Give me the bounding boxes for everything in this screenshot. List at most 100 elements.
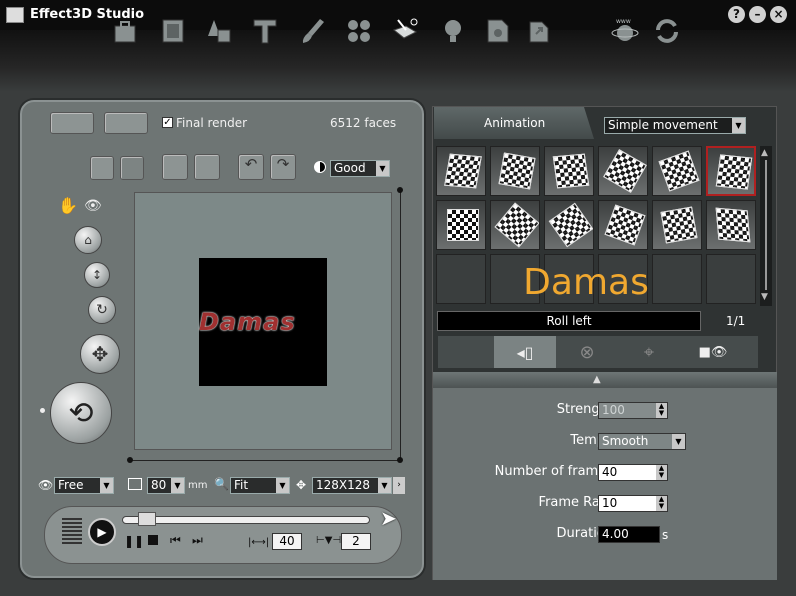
preset-thumbnail[interactable] bbox=[436, 200, 486, 250]
export-icon[interactable] bbox=[522, 14, 556, 48]
chevron-down-icon: ▼ bbox=[732, 118, 745, 133]
animation-name-field[interactable]: Roll left bbox=[437, 311, 701, 331]
app-logo-icon bbox=[6, 7, 24, 23]
preset-thumbnail[interactable] bbox=[652, 146, 702, 196]
preset-thumbnail[interactable] bbox=[544, 200, 594, 250]
frame-icon[interactable] bbox=[156, 14, 190, 48]
spinner-icon[interactable]: ▲ ▼ bbox=[656, 403, 667, 418]
animation-type-select[interactable]: Simple movement ▼ bbox=[604, 117, 746, 134]
spinner-icon[interactable]: ▲ ▼ bbox=[656, 465, 667, 480]
resize-icon: ✥ bbox=[296, 478, 307, 492]
crop-button[interactable] bbox=[90, 156, 114, 180]
quality-select[interactable]: Good ▼ bbox=[330, 160, 390, 177]
preset-thumbnail[interactable] bbox=[544, 146, 594, 196]
cancel-icon: ⊗ bbox=[579, 341, 595, 363]
guide-handle[interactable] bbox=[397, 457, 403, 463]
play-button[interactable]: ▶ bbox=[88, 518, 116, 546]
guide-handle[interactable] bbox=[127, 457, 133, 463]
axis-button[interactable] bbox=[120, 156, 144, 180]
pan-button[interactable]: ✥ bbox=[80, 334, 120, 374]
web-icon[interactable]: www bbox=[608, 14, 642, 48]
frames-length-icon: |⟷| bbox=[248, 537, 270, 548]
spinner-icon[interactable]: ▲ ▼ bbox=[656, 496, 667, 511]
chevron-down-icon: ▼ bbox=[171, 478, 184, 493]
help-button[interactable]: ? bbox=[728, 6, 745, 23]
previous-frame-button[interactable]: ⏮ bbox=[170, 533, 181, 548]
preset-thumbnail[interactable] bbox=[490, 200, 540, 250]
eye-icon[interactable]: 👁 bbox=[84, 198, 102, 214]
preset-scrollbar[interactable]: ▲ ▼ bbox=[760, 146, 772, 306]
final-render-checkbox[interactable]: ✓ bbox=[162, 117, 173, 128]
guide-handle[interactable] bbox=[397, 187, 403, 193]
new-render-button[interactable] bbox=[50, 112, 94, 134]
preset-thumbnail[interactable] bbox=[436, 146, 486, 196]
close-button[interactable]: × bbox=[770, 6, 787, 23]
focal-select[interactable]: 80 ▼ bbox=[147, 477, 185, 494]
refresh-icon[interactable] bbox=[650, 14, 684, 48]
stop-button[interactable] bbox=[148, 535, 158, 545]
frame-rate-field[interactable]: 10 ▲ ▼ bbox=[598, 495, 668, 512]
size-apply-button[interactable]: › bbox=[393, 477, 405, 494]
redo-button[interactable]: ↷ bbox=[270, 154, 296, 180]
preset-thumbnail[interactable] bbox=[652, 200, 702, 250]
scroll-down-icon[interactable]: ▼ bbox=[761, 292, 768, 302]
target-button[interactable]: ⌖ bbox=[618, 336, 680, 368]
timeline-slider[interactable] bbox=[122, 516, 370, 524]
redo-icon: ↷ bbox=[276, 155, 290, 173]
frames-count-value: 40 bbox=[602, 465, 618, 479]
camera-icon bbox=[128, 478, 142, 490]
film-icon bbox=[62, 518, 82, 546]
preset-thumbnail[interactable] bbox=[598, 146, 648, 196]
view-eye-icon: 👁 bbox=[38, 478, 54, 492]
quality-value: Good bbox=[334, 161, 366, 175]
scroll-up-icon[interactable]: ▲ bbox=[761, 148, 768, 158]
focal-unit: mm bbox=[188, 480, 208, 491]
shapes-icon[interactable] bbox=[202, 14, 236, 48]
project-icon[interactable] bbox=[108, 14, 142, 48]
size-select[interactable]: 128X128 ▼ bbox=[312, 477, 392, 494]
tempo-select[interactable]: Smooth ▼ bbox=[598, 433, 686, 450]
preset-thumbnail[interactable] bbox=[706, 200, 756, 250]
preview-text: Damas bbox=[199, 308, 296, 336]
rotate-button[interactable]: ↻ bbox=[88, 296, 116, 324]
copy-button[interactable] bbox=[162, 154, 188, 180]
paint-icon[interactable] bbox=[296, 14, 330, 48]
preset-thumbnail[interactable] bbox=[490, 146, 540, 196]
preset-thumbnail[interactable] bbox=[598, 200, 648, 250]
paste-button[interactable] bbox=[194, 154, 220, 180]
zoom-select[interactable]: Fit ▼ bbox=[230, 477, 290, 494]
light-icon[interactable] bbox=[436, 14, 470, 48]
preset-thumbnail-selected[interactable] bbox=[706, 146, 756, 196]
delete-animation-button[interactable]: ⊗ bbox=[556, 336, 618, 368]
undo-button[interactable]: ↶ bbox=[238, 154, 264, 180]
timeline-thumb[interactable] bbox=[138, 512, 156, 526]
active-indicator bbox=[40, 408, 45, 413]
home-view-button[interactable]: ⌂ bbox=[74, 226, 102, 254]
pause-button[interactable]: ❚❚ bbox=[124, 534, 144, 548]
text-icon[interactable] bbox=[248, 14, 282, 48]
view-mode-value: Free bbox=[58, 478, 84, 492]
svg-text:www: www bbox=[616, 18, 631, 25]
move-icon: ✥ bbox=[91, 342, 109, 366]
updown-icon: ↕ bbox=[91, 268, 103, 282]
settings-icon[interactable] bbox=[480, 14, 514, 48]
swap-view-button[interactable] bbox=[104, 112, 148, 134]
move-vertical-button[interactable]: ↕ bbox=[84, 262, 110, 288]
chevron-down-icon: ▼ bbox=[378, 478, 391, 493]
hand-icon[interactable]: ✋ bbox=[58, 196, 78, 215]
arrange-icon[interactable] bbox=[342, 14, 376, 48]
duration-field[interactable]: 4.00 bbox=[598, 526, 660, 543]
minimize-button[interactable]: – bbox=[749, 6, 766, 23]
view-mode-select[interactable]: Free ▼ bbox=[54, 477, 114, 494]
step-field[interactable]: 2 bbox=[341, 533, 371, 550]
preview-toggle-button[interactable]: ■👁 bbox=[682, 336, 744, 368]
orbit-button[interactable]: ⟲ bbox=[50, 382, 112, 444]
panel-splitter[interactable]: ▲ bbox=[433, 372, 777, 388]
animation-icon[interactable] bbox=[388, 14, 422, 48]
next-frame-button[interactable]: ⏭ bbox=[192, 533, 203, 548]
zoom-icon: 🔍 bbox=[214, 477, 229, 491]
add-animation-button[interactable]: ◂▯ bbox=[494, 336, 556, 368]
frames-count-field[interactable]: 40 ▲ ▼ bbox=[598, 464, 668, 481]
strength-field[interactable]: 100 ▲ ▼ bbox=[598, 402, 668, 419]
frames-field[interactable]: 40 bbox=[272, 533, 302, 550]
